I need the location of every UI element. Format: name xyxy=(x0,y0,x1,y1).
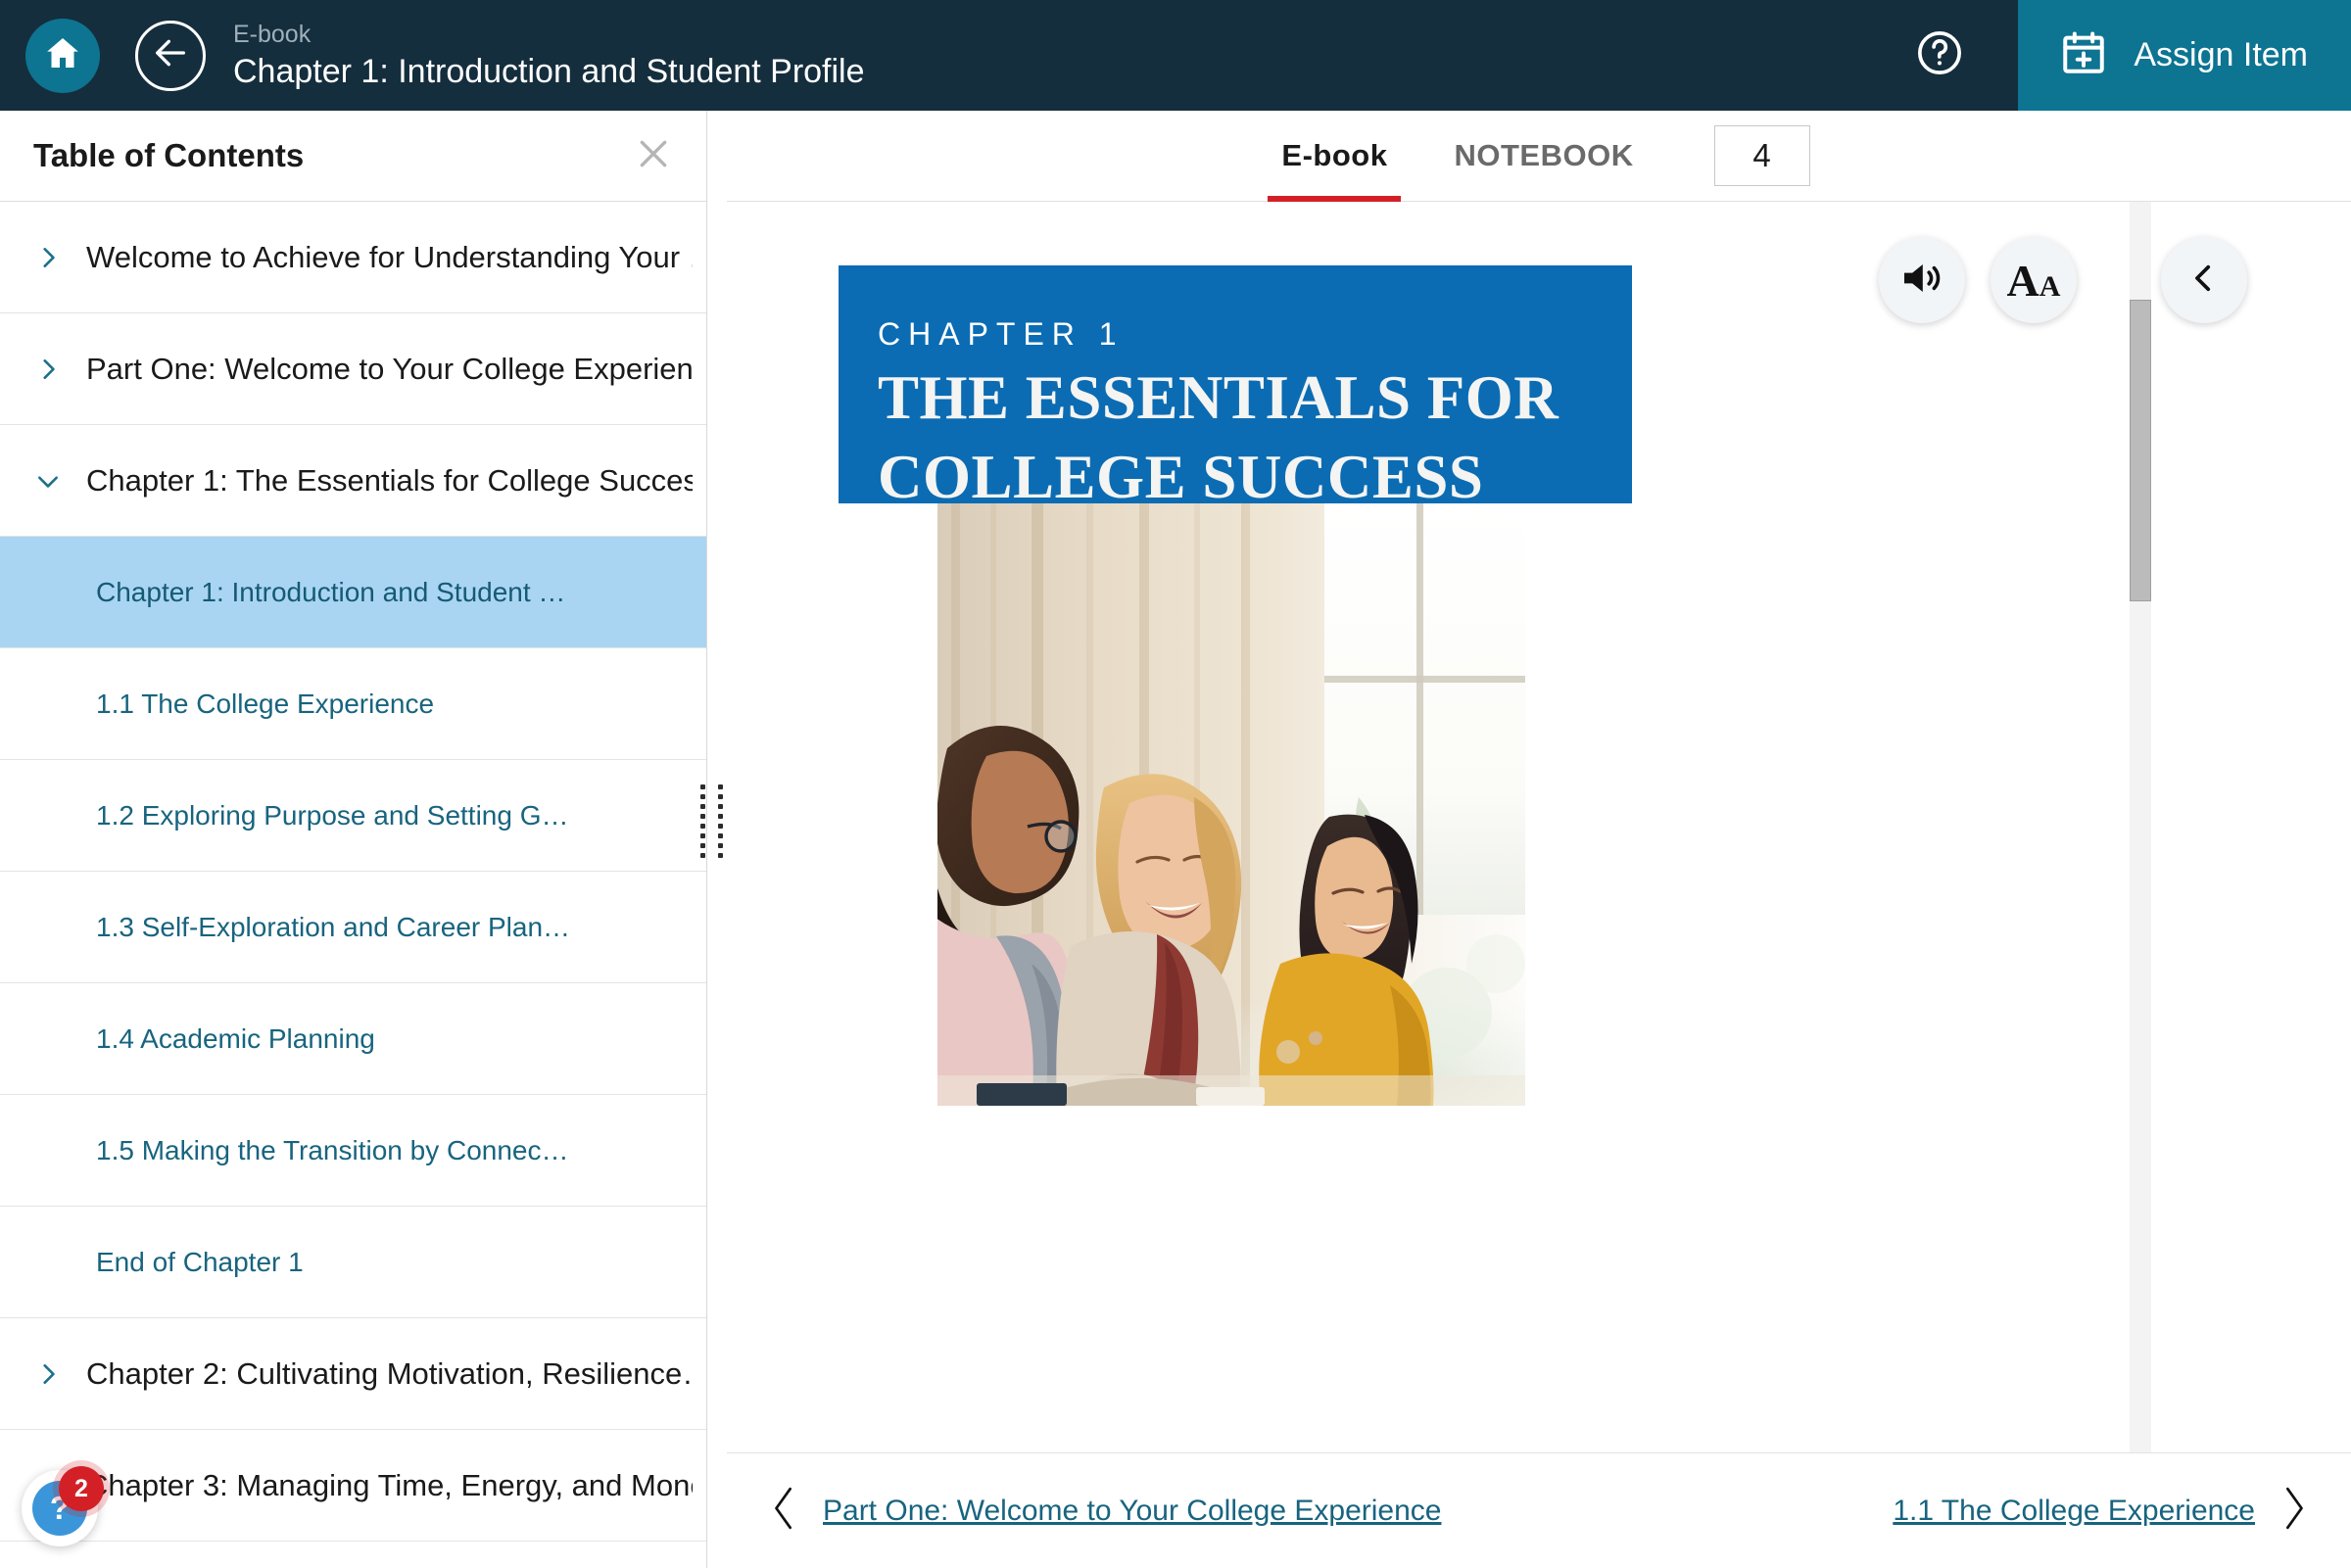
top-app-bar: E-book Chapter 1: Introduction and Stude… xyxy=(0,0,2351,111)
chevron-right-icon xyxy=(35,1361,69,1387)
assign-item-button[interactable]: Assign Item xyxy=(2018,0,2351,111)
grip-dot xyxy=(699,784,705,789)
page-navigation-bar: Part One: Welcome to Your College Experi… xyxy=(727,1452,2351,1568)
font-size-big-a: A xyxy=(2006,255,2039,306)
next-page-label: 1.1 The College Experience xyxy=(1893,1494,2255,1527)
chapter-banner-title-line2: COLLEGE SUCCESS xyxy=(878,443,1484,512)
help-circle-icon xyxy=(1914,27,1965,83)
close-x-icon xyxy=(634,134,673,178)
reader-tabbar: E-book NOTEBOOK 4 xyxy=(727,111,2351,202)
font-size-small-a: A xyxy=(2039,269,2061,303)
back-button[interactable] xyxy=(135,20,206,91)
panel-resize-handle[interactable] xyxy=(697,784,725,858)
grip-dot xyxy=(717,793,723,799)
close-toc-button[interactable] xyxy=(632,134,675,177)
tab-ebook[interactable]: E-book xyxy=(1268,111,1402,202)
table-of-contents-panel: Table of Contents Welcome to Achieve for xyxy=(0,111,707,1568)
grip-dot xyxy=(699,793,705,799)
toc-item-1-3[interactable]: 1.3 Self-Exploration and Career Plan… xyxy=(0,872,706,983)
tab-notebook[interactable]: NOTEBOOK xyxy=(1440,111,1647,202)
page-scrollbar-thumb[interactable] xyxy=(2130,300,2151,601)
next-page-button[interactable]: 1.1 The College Experience xyxy=(1893,1484,2310,1538)
font-size-button[interactable]: AA xyxy=(1991,237,2077,323)
help-button[interactable] xyxy=(1912,28,1967,83)
grip-dot xyxy=(717,803,723,809)
toc-item-chapter-2[interactable]: Chapter 2: Cultivating Motivation, Resil… xyxy=(0,1318,706,1430)
grip-dot xyxy=(717,813,723,819)
toc-item-label: 1.4 Academic Planning xyxy=(96,1022,375,1054)
grip-dot xyxy=(717,842,723,848)
grip-dot xyxy=(717,832,723,838)
toc-list[interactable]: Welcome to Achieve for Understanding You… xyxy=(0,202,706,1568)
page-number-input[interactable]: 4 xyxy=(1713,125,1810,186)
breadcrumb-title-block: E-book Chapter 1: Introduction and Stude… xyxy=(233,19,865,93)
font-size-icon: AA xyxy=(2007,255,2061,307)
grip-dot xyxy=(699,823,705,829)
toc-item-label: Chapter 2: Cultivating Motivation, Resil… xyxy=(86,1355,693,1391)
home-button[interactable] xyxy=(25,18,100,93)
toc-item-label: Part One: Welcome to Your College Experi… xyxy=(86,351,693,386)
previous-page-label: Part One: Welcome to Your College Experi… xyxy=(823,1494,1442,1527)
chevron-left-icon xyxy=(2187,261,2221,300)
tab-label: NOTEBOOK xyxy=(1454,138,1634,172)
toc-title: Table of Contents xyxy=(33,137,305,173)
chevron-left-icon xyxy=(768,1484,801,1538)
toc-item-welcome-achieve[interactable]: Welcome to Achieve for Understanding You… xyxy=(0,202,706,313)
ebook-page: CHAPTER 1 THE ESSENTIALS FOR COLLEGE SUC… xyxy=(727,202,2351,1452)
chapter-photo xyxy=(937,503,1525,1106)
toc-item-label: Chapter 1: The Essentials for College Su… xyxy=(86,462,693,498)
home-icon xyxy=(43,33,82,77)
toc-item-1-5[interactable]: 1.5 Making the Transition by Connec… xyxy=(0,1095,706,1207)
grip-dot xyxy=(699,803,705,809)
grip-dot xyxy=(717,823,723,829)
ebook-reader-app: E-book Chapter 1: Introduction and Stude… xyxy=(0,0,2351,1568)
toc-item-ch1-introduction[interactable]: Chapter 1: Introduction and Student … xyxy=(0,537,706,648)
toc-item-label: End of Chapter 1 xyxy=(96,1246,304,1277)
chevron-right-icon xyxy=(35,245,69,270)
page-title: Chapter 1: Introduction and Student Prof… xyxy=(233,52,865,90)
reader-main-area: E-book NOTEBOOK 4 CHAPTER 1 THE ESSENTIA… xyxy=(727,111,2351,1568)
toc-item-1-2[interactable]: 1.2 Exploring Purpose and Setting G… xyxy=(0,760,706,872)
toc-item-end-of-chapter-1[interactable]: End of Chapter 1 xyxy=(0,1207,706,1318)
toc-item-1-4[interactable]: 1.4 Academic Planning xyxy=(0,983,706,1095)
toc-item-label: 1.5 Making the Transition by Connec… xyxy=(96,1134,569,1165)
calendar-plus-icon xyxy=(2059,28,2108,82)
back-arrow-icon xyxy=(151,33,190,77)
chapter-banner: CHAPTER 1 THE ESSENTIALS FOR COLLEGE SUC… xyxy=(839,265,1632,511)
grip-dot xyxy=(717,852,723,858)
grip-dot xyxy=(699,832,705,838)
toc-item-label: Chapter 3: Managing Time, Energy, and Mo… xyxy=(86,1467,693,1502)
chapter-banner-eyebrow: CHAPTER 1 xyxy=(878,316,1125,352)
speaker-icon xyxy=(1898,255,1945,307)
toc-item-chapter-1[interactable]: Chapter 1: The Essentials for College Su… xyxy=(0,425,706,537)
toc-item-chapter-3[interactable]: Chapter 3: Managing Time, Energy, and Mo… xyxy=(0,1430,706,1542)
tab-label: E-book xyxy=(1281,138,1388,172)
previous-page-button[interactable]: Part One: Welcome to Your College Experi… xyxy=(768,1484,1441,1538)
breadcrumb-eyebrow: E-book xyxy=(233,20,312,48)
chevron-right-icon xyxy=(35,356,69,382)
help-notification-badge: 2 xyxy=(59,1466,104,1511)
toc-item-label: Chapter 1: Introduction and Student … xyxy=(96,576,566,607)
chapter-banner-title-line1: THE ESSENTIALS FOR xyxy=(878,363,1559,432)
toc-item-label: 1.2 Exploring Purpose and Setting G… xyxy=(96,799,569,831)
toc-item-label: Welcome to Achieve for Understanding You… xyxy=(86,239,693,274)
toc-item-1-1[interactable]: 1.1 The College Experience xyxy=(0,648,706,760)
grip-dot xyxy=(699,852,705,858)
toc-item-label: 1.3 Self-Exploration and Career Plan… xyxy=(96,911,571,942)
toc-item-part-one[interactable]: Part One: Welcome to Your College Experi… xyxy=(0,313,706,425)
page-number-value: 4 xyxy=(1752,137,1771,173)
help-support-button[interactable]: ? 2 xyxy=(22,1466,104,1546)
grip-dot xyxy=(699,813,705,819)
grip-dot xyxy=(717,784,723,789)
page-scrollbar[interactable] xyxy=(2130,202,2151,1452)
toc-item-label: 1.1 The College Experience xyxy=(96,688,435,719)
grip-dot xyxy=(699,842,705,848)
chevron-right-icon xyxy=(2277,1484,2310,1538)
reader-viewport: CHAPTER 1 THE ESSENTIALS FOR COLLEGE SUC… xyxy=(727,202,2351,1452)
toc-header: Table of Contents xyxy=(0,111,706,202)
chevron-down-icon xyxy=(35,468,69,494)
assign-item-label: Assign Item xyxy=(2134,36,2308,73)
read-aloud-button[interactable] xyxy=(1879,237,1965,323)
collapse-panel-button[interactable] xyxy=(2161,237,2247,323)
